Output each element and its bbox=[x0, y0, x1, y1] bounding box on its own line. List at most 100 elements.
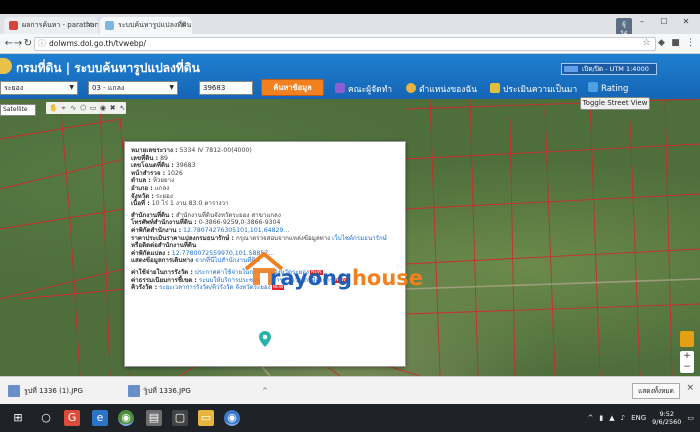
page-title: กรมที่ดิน | ระบบค้นหารูปแปลงที่ดิน bbox=[16, 61, 200, 75]
parcel-number-input[interactable]: 39683 bbox=[199, 81, 253, 95]
chrome-icon[interactable]: ◉ bbox=[118, 410, 134, 426]
star-icon[interactable]: ☆ bbox=[641, 38, 652, 49]
minimize-icon[interactable]: – bbox=[634, 17, 650, 26]
address-bar: ← → ↻ ⓘ dolwms.dol.go.th/tvwebp/ ☆ ◆ ■ ⋮ bbox=[0, 34, 700, 54]
district-value: 03 - แกลง bbox=[92, 84, 125, 92]
popup-row: ตำบล : ห้วยยาง bbox=[131, 177, 175, 185]
close-icon[interactable]: × bbox=[180, 20, 187, 29]
close-window-icon[interactable]: ✕ bbox=[678, 17, 694, 26]
circle-icon[interactable]: ◉ bbox=[99, 104, 106, 112]
notifications-icon[interactable]: ▭ bbox=[687, 414, 694, 422]
download-filename: รูปที่ 1336 (1).JPG bbox=[24, 387, 83, 395]
reload-icon[interactable]: ↻ bbox=[22, 37, 34, 50]
url-text: dolwms.dol.go.th/tvwebp/ bbox=[49, 39, 146, 48]
popup-row: หรือติดต่อสำนักงานที่ดิน bbox=[131, 242, 197, 250]
hand-icon[interactable]: ✋ bbox=[49, 104, 58, 112]
satellite-map[interactable]: Satellite ✋ ⌖ ∿ ⬠ ▭ ◉ ✖ ↖ Toggle Street … bbox=[0, 97, 700, 376]
store-icon[interactable]: ▢ bbox=[172, 410, 188, 426]
line-icon[interactable]: ∿ bbox=[70, 104, 77, 112]
folder-icon[interactable]: ▭ bbox=[198, 410, 214, 426]
popup-row: โทรศัพท์สำนักงานที่ดิน : 0-3866-9259,0-3… bbox=[131, 219, 281, 227]
chrome-profile-icon[interactable]: ◉ bbox=[224, 410, 240, 426]
developers-label: คณะผู้จัดทำ bbox=[348, 85, 392, 95]
web-icon bbox=[105, 21, 114, 30]
search-icon[interactable]: ○ bbox=[38, 410, 54, 426]
google-icon[interactable]: G bbox=[64, 410, 80, 426]
extension-icon[interactable]: ■ bbox=[670, 38, 681, 49]
treasury-link[interactable]: เว็บไซต์กรมธนารักษ์ bbox=[332, 235, 387, 242]
district-select[interactable]: 03 - แกลง ▼ bbox=[88, 81, 178, 95]
pin-icon[interactable]: ⌖ bbox=[60, 104, 67, 113]
gmail-icon bbox=[9, 21, 18, 30]
location-marker-icon[interactable] bbox=[259, 331, 271, 347]
badge-icon bbox=[490, 83, 500, 93]
language-indicator[interactable]: ENG bbox=[631, 414, 646, 422]
image-file-icon bbox=[128, 385, 140, 397]
utm-toggle[interactable]: เปิด/ปิด - UTM 1:4000 bbox=[561, 63, 657, 75]
dol-logo bbox=[0, 58, 12, 74]
developers-link[interactable]: คณะผู้จัดทำ bbox=[335, 82, 392, 96]
edge-icon[interactable]: e bbox=[92, 410, 108, 426]
menu-icon[interactable]: ⋮ bbox=[685, 38, 696, 49]
map-toolbar: ✋ ⌖ ∿ ⬠ ▭ ◉ ✖ ↖ bbox=[46, 102, 126, 114]
volume-icon[interactable]: ♪ bbox=[621, 414, 625, 422]
rating-label: Rating bbox=[601, 84, 629, 94]
polygon-icon[interactable]: ⬠ bbox=[80, 104, 87, 112]
chevron-up-icon[interactable]: ^ bbox=[587, 414, 593, 422]
toggle-street-view-button[interactable]: Toggle Street View bbox=[580, 97, 650, 110]
search-button[interactable]: ค้นหาข้อมูล bbox=[261, 79, 324, 96]
province-select[interactable]: ระยอง ▼ bbox=[0, 81, 78, 95]
zoom-control[interactable]: + − bbox=[680, 351, 694, 373]
image-file-icon bbox=[8, 385, 20, 397]
download-item[interactable]: รูปที่ 1336 (1).JPG ^ bbox=[4, 382, 148, 400]
url-input[interactable]: ⓘ dolwms.dol.go.th/tvwebp/ bbox=[34, 37, 656, 51]
windows-start-icon[interactable]: ⊞ bbox=[10, 410, 26, 426]
popup-row: เลขโฉนดที่ดิน : 39683 bbox=[131, 162, 196, 170]
face-icon bbox=[406, 83, 416, 93]
windows-taskbar: ⊞ ○ G e ◉ ▤ ▢ ▭ ◉ ^ ▮ ▲ ♪ ENG 9:52 9/6/2… bbox=[0, 404, 700, 432]
window-controls: ผู้ใช้งานใหม่ – ☐ ✕ bbox=[616, 17, 694, 60]
network-icon[interactable]: ▲ bbox=[609, 414, 614, 422]
file-manager-icon[interactable]: ▤ bbox=[146, 410, 162, 426]
rating-icon bbox=[588, 82, 598, 92]
utm-swatch bbox=[564, 66, 578, 72]
my-location-link[interactable]: ตำแหน่งของฉัน bbox=[406, 82, 477, 96]
tab-land-search[interactable]: ระบบค้นหารูปแปลงที่ดิน × bbox=[100, 17, 192, 34]
show-all-downloads-button[interactable]: แสดงทั้งหมด bbox=[632, 383, 680, 399]
popup-row: ค่าพิกัดสำนักงาน : 12.78074276305101,101… bbox=[131, 226, 290, 234]
download-item[interactable]: รูปที่ 1336.JPG ^ bbox=[124, 382, 268, 400]
evaluation-link[interactable]: ประเมินความเป็นมา bbox=[490, 82, 577, 96]
people-icon bbox=[335, 83, 345, 93]
chevron-down-icon: ▼ bbox=[69, 84, 74, 91]
extension-icon[interactable]: ◆ bbox=[656, 38, 667, 49]
rectangle-icon[interactable]: ▭ bbox=[90, 104, 97, 112]
utm-toggle-label: เปิด/ปิด - UTM 1:4000 bbox=[582, 65, 649, 73]
tab-gmail[interactable]: ผลการค้นหา - parathank - Gmail × bbox=[4, 17, 98, 34]
clock[interactable]: 9:52 9/6/2560 bbox=[652, 410, 681, 426]
maximize-icon[interactable]: ☐ bbox=[656, 17, 672, 26]
popup-row: เนื้อที่ : 10 ไร่ 1 งาน 83.0 ตารางวา bbox=[131, 200, 229, 208]
my-location-label: ตำแหน่งของฉัน bbox=[419, 85, 478, 95]
pegman-icon[interactable] bbox=[680, 331, 694, 347]
chevron-up-icon[interactable]: ^ bbox=[262, 382, 268, 400]
clock-date: 9/6/2560 bbox=[652, 418, 682, 426]
cursor-icon[interactable]: ↖ bbox=[119, 104, 126, 112]
popup-row: อำเภอ : แกลง bbox=[131, 184, 170, 192]
popup-row: ราคาประเมินราคาแปลงกรมธนารักษ์ : กรุณาตร… bbox=[131, 234, 387, 242]
site-header: กรมที่ดิน | ระบบค้นหารูปแปลงที่ดิน เปิด/… bbox=[0, 54, 700, 99]
close-icon[interactable]: × bbox=[686, 383, 694, 393]
battery-icon[interactable]: ▮ bbox=[599, 414, 603, 422]
web-page: กรมที่ดิน | ระบบค้นหารูปแปลงที่ดิน เปิด/… bbox=[0, 54, 700, 376]
downloads-bar: รูปที่ 1336 (1).JPG ^ รูปที่ 1336.JPG ^ … bbox=[0, 376, 700, 404]
info-icon[interactable]: ⓘ bbox=[38, 38, 46, 50]
chevron-down-icon: ▼ bbox=[169, 84, 174, 91]
erase-icon[interactable]: ✖ bbox=[109, 104, 116, 112]
close-icon[interactable]: × bbox=[86, 20, 93, 29]
province-value: ระยอง bbox=[4, 84, 24, 92]
system-tray: ^ ▮ ▲ ♪ ENG 9:52 9/6/2560 ▭ bbox=[587, 408, 694, 428]
map-type-select[interactable]: Satellite bbox=[0, 104, 36, 116]
evaluation-label: ประเมินความเป็นมา bbox=[503, 85, 578, 95]
rating-link[interactable]: Rating bbox=[588, 82, 628, 94]
clock-time: 9:52 bbox=[659, 410, 675, 418]
popup-row: หมายเลขระวาง : 5334 IV 7812-00(4000) bbox=[131, 147, 252, 154]
